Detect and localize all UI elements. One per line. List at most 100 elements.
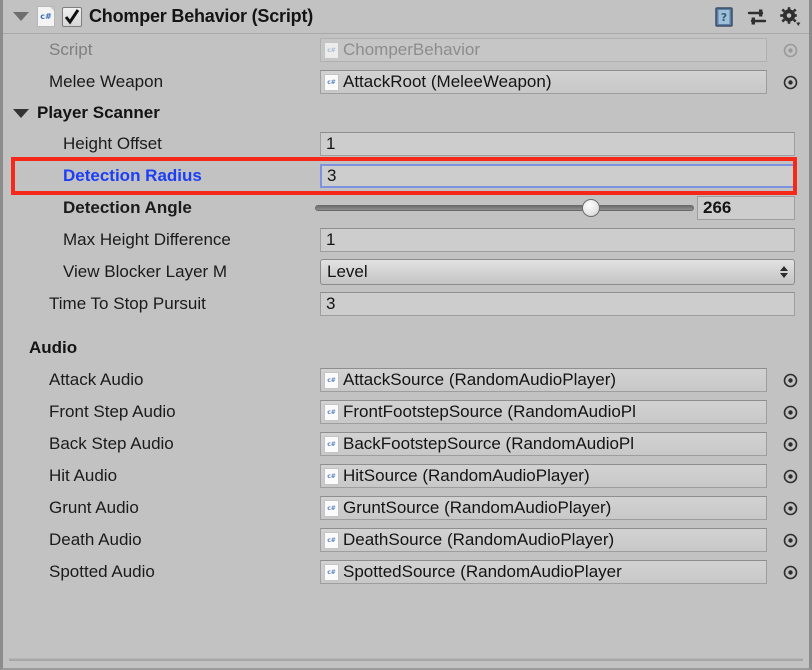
- row-audio-0: Attack Audio c# AttackSource (RandomAudioP…: [3, 364, 809, 396]
- detection-radius-label: Detection Radius: [63, 166, 202, 185]
- audio-object-value: HitSource (RandomAudioPlayer): [343, 466, 590, 485]
- audio-object-field[interactable]: c# BackFootstepSource (RandomAudioPl: [320, 432, 767, 456]
- audio-object-field[interactable]: c# AttackSource (RandomAudioPlayer): [320, 368, 767, 392]
- row-detection-radius: Detection Radius 3: [3, 160, 809, 192]
- view-blocker-layer-mask-label: View Blocker Layer M: [63, 262, 228, 281]
- row-audio-3: Hit Audio c# HitSource (RandomAudioPlayer): [3, 460, 809, 492]
- audio-object-picker-button[interactable]: [781, 563, 799, 581]
- audio-object-field[interactable]: c# HitSource (RandomAudioPlayer): [320, 464, 767, 488]
- csharp-script-icon: c#: [324, 467, 339, 485]
- settings-gear-icon[interactable]: [779, 6, 801, 28]
- csharp-script-icon: c#: [324, 499, 339, 517]
- target-circle-icon: [783, 405, 797, 419]
- audio-object-picker-button[interactable]: [781, 403, 799, 421]
- detection-angle-slider[interactable]: [315, 196, 694, 220]
- melee-weapon-field[interactable]: c# AttackRoot (MeleeWeapon): [320, 70, 767, 94]
- audio-object-field[interactable]: c# DeathSource (RandomAudioPlayer): [320, 528, 767, 552]
- preset-sliders-icon[interactable]: [746, 6, 768, 28]
- detection-angle-label: Detection Angle: [63, 198, 192, 217]
- row-view-blocker-layer-mask: View Blocker Layer M Level: [3, 256, 809, 288]
- row-audio-2: Back Step Audio c# BackFootstepSource (Ran…: [3, 428, 809, 460]
- row-audio-4: Grunt Audio c# GruntSource (RandomAudioPla…: [3, 492, 809, 524]
- help-icon[interactable]: ?: [713, 6, 735, 28]
- panel-bottom-separator: [9, 658, 803, 661]
- height-offset-label: Height Offset: [63, 134, 162, 153]
- target-circle-icon: [783, 533, 797, 547]
- target-circle-icon: [783, 469, 797, 483]
- audio-object-field[interactable]: c# SpottedSource (RandomAudioPlayer: [320, 560, 767, 584]
- slider-track[interactable]: [315, 199, 694, 217]
- audio-object-value: BackFootstepSource (RandomAudioPl: [343, 434, 635, 453]
- component-foldout-arrow-icon[interactable]: [13, 12, 29, 21]
- audio-object-field[interactable]: c# FrontFootstepSource (RandomAudioPl: [320, 400, 767, 424]
- melee-weapon-value: AttackRoot (MeleeWeapon): [343, 72, 552, 91]
- checkmark-icon: [64, 8, 80, 25]
- player-scanner-foldout-arrow-icon[interactable]: [13, 108, 29, 118]
- audio-object-value: GruntSource (RandomAudioPlayer): [343, 498, 612, 517]
- player-scanner-foldout[interactable]: Player Scanner: [3, 98, 809, 128]
- audio-object-picker-button[interactable]: [781, 371, 799, 389]
- audio-object-value: SpottedSource (RandomAudioPlayer: [343, 562, 622, 581]
- target-circle-icon: [783, 373, 797, 387]
- script-field-value: ChomperBehavior: [343, 40, 481, 59]
- csharp-script-icon: c#: [324, 371, 339, 389]
- melee-weapon-label: Melee Weapon: [49, 72, 164, 91]
- target-circle-icon: [783, 565, 797, 579]
- audio-label: Back Step Audio: [49, 434, 174, 453]
- audio-label: Front Step Audio: [49, 402, 176, 421]
- player-scanner-label: Player Scanner: [37, 103, 160, 122]
- audio-object-field[interactable]: c# GruntSource (RandomAudioPlayer): [320, 496, 767, 520]
- svg-text:?: ?: [721, 11, 727, 24]
- row-height-offset: Height Offset 1: [3, 128, 809, 160]
- max-height-difference-input[interactable]: 1: [320, 228, 795, 252]
- script-label: Script: [49, 40, 93, 59]
- max-height-difference-label: Max Height Difference: [63, 230, 231, 249]
- audio-object-picker-button[interactable]: [781, 435, 799, 453]
- target-circle-icon: [783, 75, 797, 89]
- dropdown-updown-arrow-icon: [780, 266, 788, 278]
- row-max-height-difference: Max Height Difference 1: [3, 224, 809, 256]
- csharp-script-icon: c#: [324, 531, 339, 549]
- csharp-script-icon: c#: [324, 41, 339, 59]
- row-melee-weapon: Melee Weapon c# AttackRoot (MeleeWeapon): [3, 66, 809, 98]
- csharp-script-icon: c#: [324, 563, 339, 581]
- script-object-picker-button[interactable]: [781, 41, 799, 59]
- height-offset-input[interactable]: 1: [320, 132, 795, 156]
- audio-object-picker-button[interactable]: [781, 499, 799, 517]
- component-header[interactable]: c# Chomper Behavior (Script) ?: [3, 0, 809, 34]
- unity-inspector-panel: c# Chomper Behavior (Script) ? Script c#…: [0, 0, 812, 670]
- row-audio-5: Death Audio c# DeathSource (RandomAudioPla…: [3, 524, 809, 556]
- csharp-script-icon: c#: [324, 73, 339, 91]
- component-enabled-checkbox[interactable]: [62, 6, 82, 27]
- view-blocker-layer-mask-value: Level: [327, 262, 368, 281]
- csharp-script-icon: c#: [324, 435, 339, 453]
- target-circle-icon: [783, 501, 797, 515]
- target-circle-icon: [783, 437, 797, 451]
- audio-object-picker-button[interactable]: [781, 467, 799, 485]
- audio-label: Attack Audio: [49, 370, 144, 389]
- row-audio-1: Front Step Audio c# FrontFootstepSource (R…: [3, 396, 809, 428]
- audio-object-picker-button[interactable]: [781, 531, 799, 549]
- detection-angle-input[interactable]: 266: [697, 196, 795, 220]
- header-icon-group: ?: [713, 0, 801, 33]
- row-time-to-stop-pursuit: Time To Stop Pursuit 3: [3, 288, 809, 320]
- audio-label: Grunt Audio: [49, 498, 139, 517]
- time-to-stop-pursuit-input[interactable]: 3: [320, 292, 795, 316]
- audio-label: Death Audio: [49, 530, 142, 549]
- audio-section-heading: Audio: [29, 338, 78, 357]
- audio-label: Spotted Audio: [49, 562, 155, 581]
- audio-rows-container: Attack Audio c# AttackSource (RandomAudioP…: [3, 364, 809, 588]
- audio-object-value: DeathSource (RandomAudioPlayer): [343, 530, 615, 549]
- view-blocker-layer-mask-dropdown[interactable]: Level: [320, 259, 795, 285]
- target-circle-icon: [783, 43, 797, 57]
- csharp-script-icon: c#: [37, 6, 55, 27]
- row-script: Script c# ChomperBehavior: [3, 34, 809, 66]
- audio-object-value: FrontFootstepSource (RandomAudioPl: [343, 402, 636, 421]
- detection-radius-input[interactable]: 3: [320, 164, 795, 188]
- component-title: Chomper Behavior (Script): [89, 6, 314, 26]
- slider-handle[interactable]: [582, 199, 601, 217]
- audio-object-value: AttackSource (RandomAudioPlayer): [343, 370, 617, 389]
- script-field: c# ChomperBehavior: [320, 38, 767, 62]
- melee-weapon-object-picker-button[interactable]: [781, 73, 799, 91]
